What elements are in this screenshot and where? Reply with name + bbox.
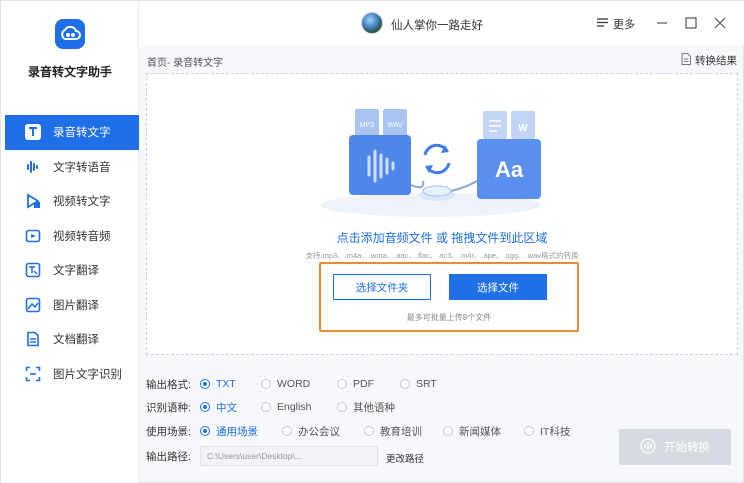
upload-limit-note: 最多可批量上传8个文件 (406, 313, 492, 322)
title-bar: 仙人掌你一路走好 更多 (139, 1, 744, 45)
sidebar-item-label: 图片文字识别 (53, 368, 122, 381)
video-play-icon (25, 193, 41, 209)
select-file-button[interactable]: 选择文件 (449, 274, 547, 300)
format-option-pdf[interactable]: PDF (337, 376, 374, 392)
text-translate-icon (25, 262, 41, 278)
scene-option-general[interactable]: 通用场景 (200, 423, 258, 439)
start-conversion-label: 开始转换 (664, 442, 710, 454)
wav-label: WAV (387, 122, 402, 129)
sidebar-item-video-to-audio[interactable]: 视频转音频 (1, 219, 139, 254)
sidebar-item-label: 文档翻译 (53, 334, 99, 347)
sidebar-item-ocr[interactable]: 图片文字识别 (1, 357, 139, 392)
drop-instruction[interactable]: 点击添加音频文件 或 拖拽文件到此区域 (146, 229, 738, 246)
app-title: 录音转文字助手 (27, 65, 112, 79)
language-option-other[interactable]: 其他语种 (337, 399, 395, 415)
select-folder-button[interactable]: 选择文件夹 (333, 274, 431, 300)
minimize-icon[interactable] (653, 14, 671, 32)
language-option-english[interactable]: English (261, 399, 311, 415)
start-conversion-button[interactable]: 开始转换 (619, 429, 731, 465)
conversion-results-link[interactable]: 转换结果 (681, 53, 737, 68)
document-icon (681, 53, 691, 68)
close-icon[interactable] (711, 14, 729, 32)
language-label: 识别语种: (146, 401, 191, 414)
scene-option-it[interactable]: IT科技 (524, 423, 570, 439)
mp3-label: MP3 (360, 122, 375, 129)
radio-icon (337, 402, 347, 412)
video-audio-icon (25, 228, 41, 244)
scene-row: 使用场景: 通用场景 办公会议 教育培训 新闻媒体 IT科技 (146, 423, 616, 439)
image-translate-icon (25, 297, 41, 313)
word-label: W (518, 123, 528, 134)
ocr-scan-icon (25, 366, 41, 382)
more-menu-button[interactable]: 更多 (597, 16, 635, 32)
maximize-icon[interactable] (682, 14, 700, 32)
radio-icon (364, 426, 374, 436)
sidebar-item-doc-translate[interactable]: 文档翻译 (1, 322, 139, 357)
sidebar-item-label: 视频转文字 (53, 196, 111, 209)
app-window: 录音转文字助手 录音转文字 文字转语音 视频转文字 视频转音频 文字翻译 图片翻… (0, 0, 744, 483)
cloud-link-icon (55, 19, 85, 49)
sidebar-item-audio-to-text[interactable]: 录音转文字 (5, 115, 139, 150)
radio-icon (282, 426, 292, 436)
format-option-word[interactable]: WORD (261, 376, 310, 392)
language-row: 识别语种: 中文 English 其他语种 (146, 399, 616, 415)
language-option-chinese[interactable]: 中文 (200, 399, 237, 415)
change-path-link[interactable]: 更改路径 (386, 451, 424, 465)
sidebar-item-label: 视频转音频 (53, 230, 111, 243)
radio-icon (261, 379, 271, 389)
sidebar-item-label: 文字转语音 (53, 161, 111, 174)
supported-formats: 支持.mp3、.m4a、.wma、.aac、.flac、.ac3、.m4r、.a… (305, 251, 579, 260)
sidebar: 录音转文字助手 录音转文字 文字转语音 视频转文字 视频转音频 文字翻译 图片翻… (1, 1, 139, 483)
radio-icon (524, 426, 534, 436)
T-icon (25, 124, 41, 141)
format-option-srt[interactable]: SRT (400, 376, 437, 392)
sidebar-item-text-to-speech[interactable]: 文字转语音 (1, 150, 139, 185)
sidebar-item-image-translate[interactable]: 图片翻译 (1, 288, 139, 323)
output-path-field[interactable]: C:\Users\user\Desktop\... (200, 446, 378, 466)
radio-icon (261, 402, 271, 412)
output-path-row: 输出路径: (146, 448, 206, 464)
sidebar-nav: 录音转文字 文字转语音 视频转文字 视频转音频 文字翻译 图片翻译 文档翻译 图… (1, 115, 139, 391)
radio-icon (443, 426, 453, 436)
output-format-label: 输出格式: (146, 378, 191, 391)
breadcrumb: 首页- 录音转文字 (147, 58, 224, 69)
sound-wave-icon (640, 437, 656, 457)
aa-label: Aa (495, 157, 524, 182)
scene-label: 使用场景: (146, 425, 191, 438)
sound-wave-icon (25, 159, 41, 175)
format-option-txt[interactable]: TXT (200, 376, 236, 392)
sidebar-item-video-to-text[interactable]: 视频转文字 (1, 184, 139, 219)
radio-icon (337, 379, 347, 389)
avatar[interactable] (361, 12, 383, 34)
radio-icon (200, 402, 210, 412)
doc-translate-icon (25, 331, 41, 347)
sidebar-item-label: 图片翻译 (53, 299, 99, 312)
sidebar-item-text-translate[interactable]: 文字翻译 (1, 253, 139, 288)
upload-illustration: MP3 WAV W Aa (321, 109, 541, 217)
scene-option-meeting[interactable]: 办公会议 (282, 423, 340, 439)
radio-icon (200, 379, 210, 389)
more-label: 更多 (613, 19, 635, 31)
radio-icon (200, 426, 210, 436)
output-path-label: 输出路径: (146, 450, 191, 463)
user-name[interactable]: 仙人掌你一路走好 (391, 17, 483, 33)
scene-option-news[interactable]: 新闻媒体 (443, 423, 501, 439)
conversion-results-label: 转换结果 (695, 55, 737, 67)
sidebar-item-label: 文字翻译 (53, 265, 99, 278)
sidebar-item-label: 录音转文字 (53, 127, 111, 140)
menu-icon (597, 18, 608, 30)
scene-option-education[interactable]: 教育培训 (364, 423, 422, 439)
output-format-row: 输出格式: TXT WORD PDF SRT (146, 376, 616, 392)
radio-icon (400, 379, 410, 389)
